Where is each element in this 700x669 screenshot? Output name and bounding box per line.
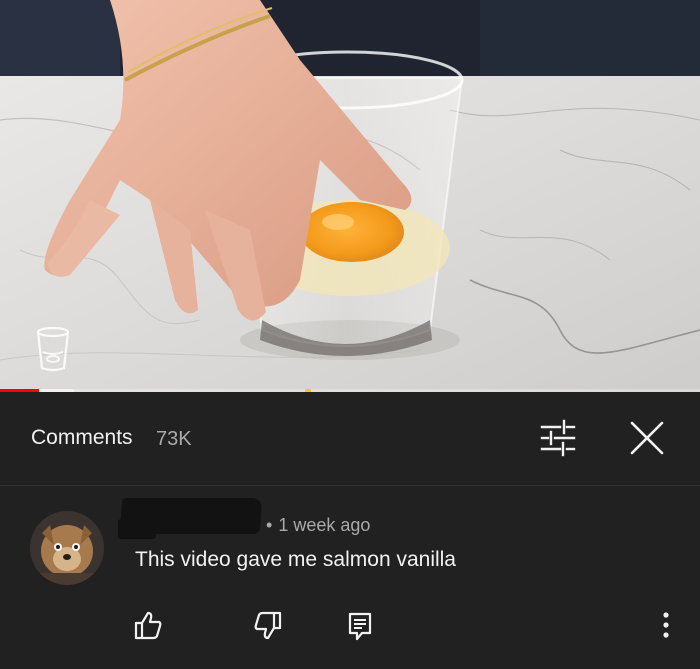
comment-actions xyxy=(0,606,700,646)
thumbs-down-icon[interactable] xyxy=(252,610,284,642)
comments-title: Comments xyxy=(31,426,133,449)
avatar[interactable] xyxy=(30,511,104,585)
video-frame-image xyxy=(0,0,700,392)
comments-header: Comments 73K xyxy=(0,393,700,486)
thumbs-up-icon[interactable] xyxy=(132,609,164,641)
comment-meta: • 1 week ago xyxy=(266,515,370,536)
comment-text: This video gave me salmon vanilla xyxy=(135,548,456,571)
meta-separator: • xyxy=(266,515,273,535)
sliders-icon[interactable] xyxy=(536,418,580,458)
more-vert-icon[interactable] xyxy=(655,609,677,641)
comment-item: • 1 week ago This video gave me salmon va… xyxy=(0,486,700,669)
video-progress-bar[interactable] xyxy=(0,389,700,392)
progress-buffered xyxy=(38,389,74,392)
reply-icon[interactable] xyxy=(344,610,376,642)
close-icon[interactable] xyxy=(626,417,668,459)
cup-icon xyxy=(34,326,72,372)
comment-time[interactable]: 1 week ago xyxy=(278,515,370,535)
chapter-marker xyxy=(305,389,311,392)
progress-played xyxy=(0,389,39,392)
video-player[interactable] xyxy=(0,0,700,392)
comments-count: 73K xyxy=(156,428,192,450)
author-name-redacted-part xyxy=(118,519,156,539)
